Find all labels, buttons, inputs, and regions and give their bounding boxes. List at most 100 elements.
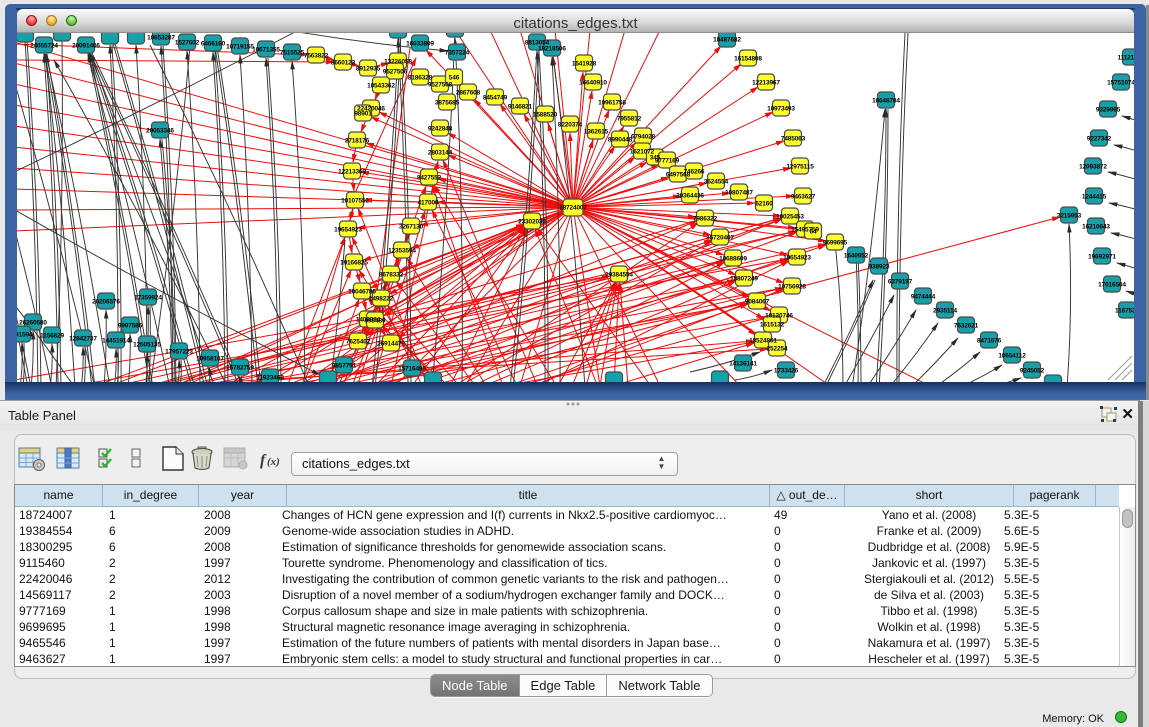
svg-text:17359924: 17359924 bbox=[134, 295, 162, 302]
svg-text:1498222: 1498222 bbox=[369, 296, 394, 303]
svg-text:7986322: 7986322 bbox=[693, 216, 718, 223]
svg-text:1362615: 1362615 bbox=[584, 129, 609, 136]
svg-text:10107552: 10107552 bbox=[341, 198, 369, 205]
svg-text:1640952: 1640952 bbox=[844, 253, 869, 260]
svg-text:19654923: 19654923 bbox=[334, 227, 362, 234]
svg-text:16210643: 16210643 bbox=[1082, 224, 1110, 231]
svg-text:16782759: 16782759 bbox=[226, 365, 254, 372]
svg-text:18724007: 18724007 bbox=[559, 205, 587, 212]
svg-text:10958107: 10958107 bbox=[196, 356, 224, 363]
svg-text:18524861: 18524861 bbox=[749, 338, 777, 345]
svg-text:3267130: 3267130 bbox=[399, 224, 424, 231]
svg-text:14136141: 14136141 bbox=[729, 361, 757, 368]
svg-text:9146821: 9146821 bbox=[508, 104, 533, 111]
svg-text:546: 546 bbox=[449, 75, 460, 82]
svg-text:8660123: 8660123 bbox=[331, 60, 356, 67]
svg-text:10961758: 10961758 bbox=[598, 100, 626, 107]
svg-text:11923468: 11923468 bbox=[256, 375, 284, 382]
svg-text:7563822: 7563822 bbox=[304, 53, 329, 60]
svg-text:19384554: 19384554 bbox=[605, 272, 633, 279]
svg-text:6466160: 6466160 bbox=[201, 41, 226, 48]
svg-text:8678332: 8678332 bbox=[379, 272, 404, 279]
svg-text:13226058: 13226058 bbox=[384, 59, 412, 66]
svg-text:12213967: 12213967 bbox=[752, 80, 780, 87]
svg-text:7955812: 7955812 bbox=[617, 116, 642, 123]
svg-text:8220374: 8220374 bbox=[558, 122, 583, 129]
svg-text:7357224: 7357224 bbox=[445, 50, 470, 57]
svg-text:6379197: 6379197 bbox=[888, 279, 913, 286]
svg-text:7632621: 7632621 bbox=[954, 323, 979, 330]
svg-text:16640910: 16640910 bbox=[579, 80, 607, 87]
svg-text:26260580: 26260580 bbox=[19, 320, 47, 327]
svg-text:9777169: 9777169 bbox=[655, 158, 680, 165]
svg-text:10671355: 10671355 bbox=[252, 47, 280, 54]
svg-text:15751074: 15751074 bbox=[1107, 80, 1134, 87]
svg-text:10543362: 10543362 bbox=[367, 83, 395, 90]
svg-text:9474444: 9474444 bbox=[911, 294, 936, 301]
svg-text:12942737: 12942737 bbox=[69, 336, 97, 343]
svg-text:11121904: 11121904 bbox=[1117, 55, 1134, 62]
svg-text:8471676: 8471676 bbox=[977, 338, 1002, 345]
svg-text:3624554: 3624554 bbox=[704, 179, 729, 186]
svg-text:9527506: 9527506 bbox=[383, 69, 408, 76]
svg-text:23302033: 23302033 bbox=[518, 219, 546, 226]
svg-text:24055724: 24055724 bbox=[30, 43, 58, 50]
svg-text:10654112: 10654112 bbox=[998, 353, 1026, 360]
svg-text:1167533: 1167533 bbox=[1115, 308, 1134, 315]
svg-text:19692971: 19692971 bbox=[1088, 254, 1116, 261]
svg-text:8186328: 8186328 bbox=[408, 75, 433, 82]
svg-text:16914479: 16914479 bbox=[377, 341, 405, 348]
svg-text:10688609: 10688609 bbox=[719, 256, 747, 263]
svg-text:9227342: 9227342 bbox=[1087, 136, 1112, 143]
svg-text:252254: 252254 bbox=[767, 346, 788, 353]
svg-text:(x): (x) bbox=[267, 456, 280, 468]
svg-text:3875685: 3875685 bbox=[435, 100, 460, 107]
svg-text:9527508: 9527508 bbox=[428, 82, 453, 89]
svg-text:14451914: 14451914 bbox=[102, 338, 130, 345]
svg-text:938923: 938923 bbox=[869, 264, 890, 271]
svg-text:8990448: 8990448 bbox=[608, 137, 633, 144]
svg-text:20091406: 20091406 bbox=[72, 43, 100, 50]
svg-text:16648784: 16648784 bbox=[872, 98, 900, 105]
svg-text:1244415: 1244415 bbox=[1082, 194, 1107, 201]
svg-text:3215953: 3215953 bbox=[1057, 213, 1082, 220]
svg-text:64: 64 bbox=[810, 229, 817, 236]
svg-text:1588520: 1588520 bbox=[533, 112, 558, 119]
svg-text:746266: 746266 bbox=[684, 169, 705, 176]
svg-text:20053346: 20053346 bbox=[146, 128, 174, 135]
svg-text:10046786: 10046786 bbox=[348, 289, 376, 296]
svg-text:9084067: 9084067 bbox=[745, 299, 770, 306]
svg-text:17957223: 17957223 bbox=[165, 349, 193, 356]
svg-text:7485063: 7485063 bbox=[781, 136, 806, 143]
svg-text:9699695: 9699695 bbox=[823, 240, 848, 247]
svg-text:10120746: 10120746 bbox=[765, 313, 793, 320]
svg-text:f: f bbox=[260, 452, 267, 469]
svg-text:7515525: 7515525 bbox=[280, 50, 305, 57]
svg-text:10756928: 10756928 bbox=[778, 284, 806, 291]
svg-text:1156829: 1156829 bbox=[40, 333, 64, 340]
svg-text:9245052: 9245052 bbox=[1020, 368, 1045, 375]
svg-text:16154808: 16154808 bbox=[734, 56, 762, 63]
svg-text:16033809: 16033809 bbox=[406, 41, 434, 48]
svg-text:9242848: 9242848 bbox=[428, 126, 453, 133]
svg-text:1541928: 1541928 bbox=[572, 61, 597, 68]
svg-text:9857791: 9857791 bbox=[332, 363, 357, 370]
svg-text:12353594: 12353594 bbox=[388, 248, 416, 255]
svg-text:10025453: 10025453 bbox=[776, 214, 804, 221]
svg-text:20206576: 20206576 bbox=[92, 299, 120, 306]
svg-text:20364436: 20364436 bbox=[676, 193, 704, 200]
svg-text:98901: 98901 bbox=[354, 111, 372, 118]
svg-text:2867608: 2867608 bbox=[456, 90, 481, 97]
svg-text:19218506: 19218506 bbox=[538, 46, 566, 53]
svg-text:8454749: 8454749 bbox=[483, 95, 508, 102]
svg-text:6794028: 6794028 bbox=[631, 134, 656, 141]
svg-text:19166825: 19166825 bbox=[340, 260, 368, 267]
svg-text:2935114: 2935114 bbox=[933, 308, 957, 315]
svg-text:2718176: 2718176 bbox=[345, 138, 370, 145]
svg-text:1733426: 1733426 bbox=[774, 368, 799, 375]
svg-text:10719155: 10719155 bbox=[226, 44, 254, 51]
svg-text:18807249: 18807249 bbox=[730, 276, 758, 283]
svg-text:9329965: 9329965 bbox=[1096, 107, 1121, 114]
svg-text:12505135: 12505135 bbox=[133, 342, 161, 349]
svg-text:1615132: 1615132 bbox=[760, 322, 785, 329]
